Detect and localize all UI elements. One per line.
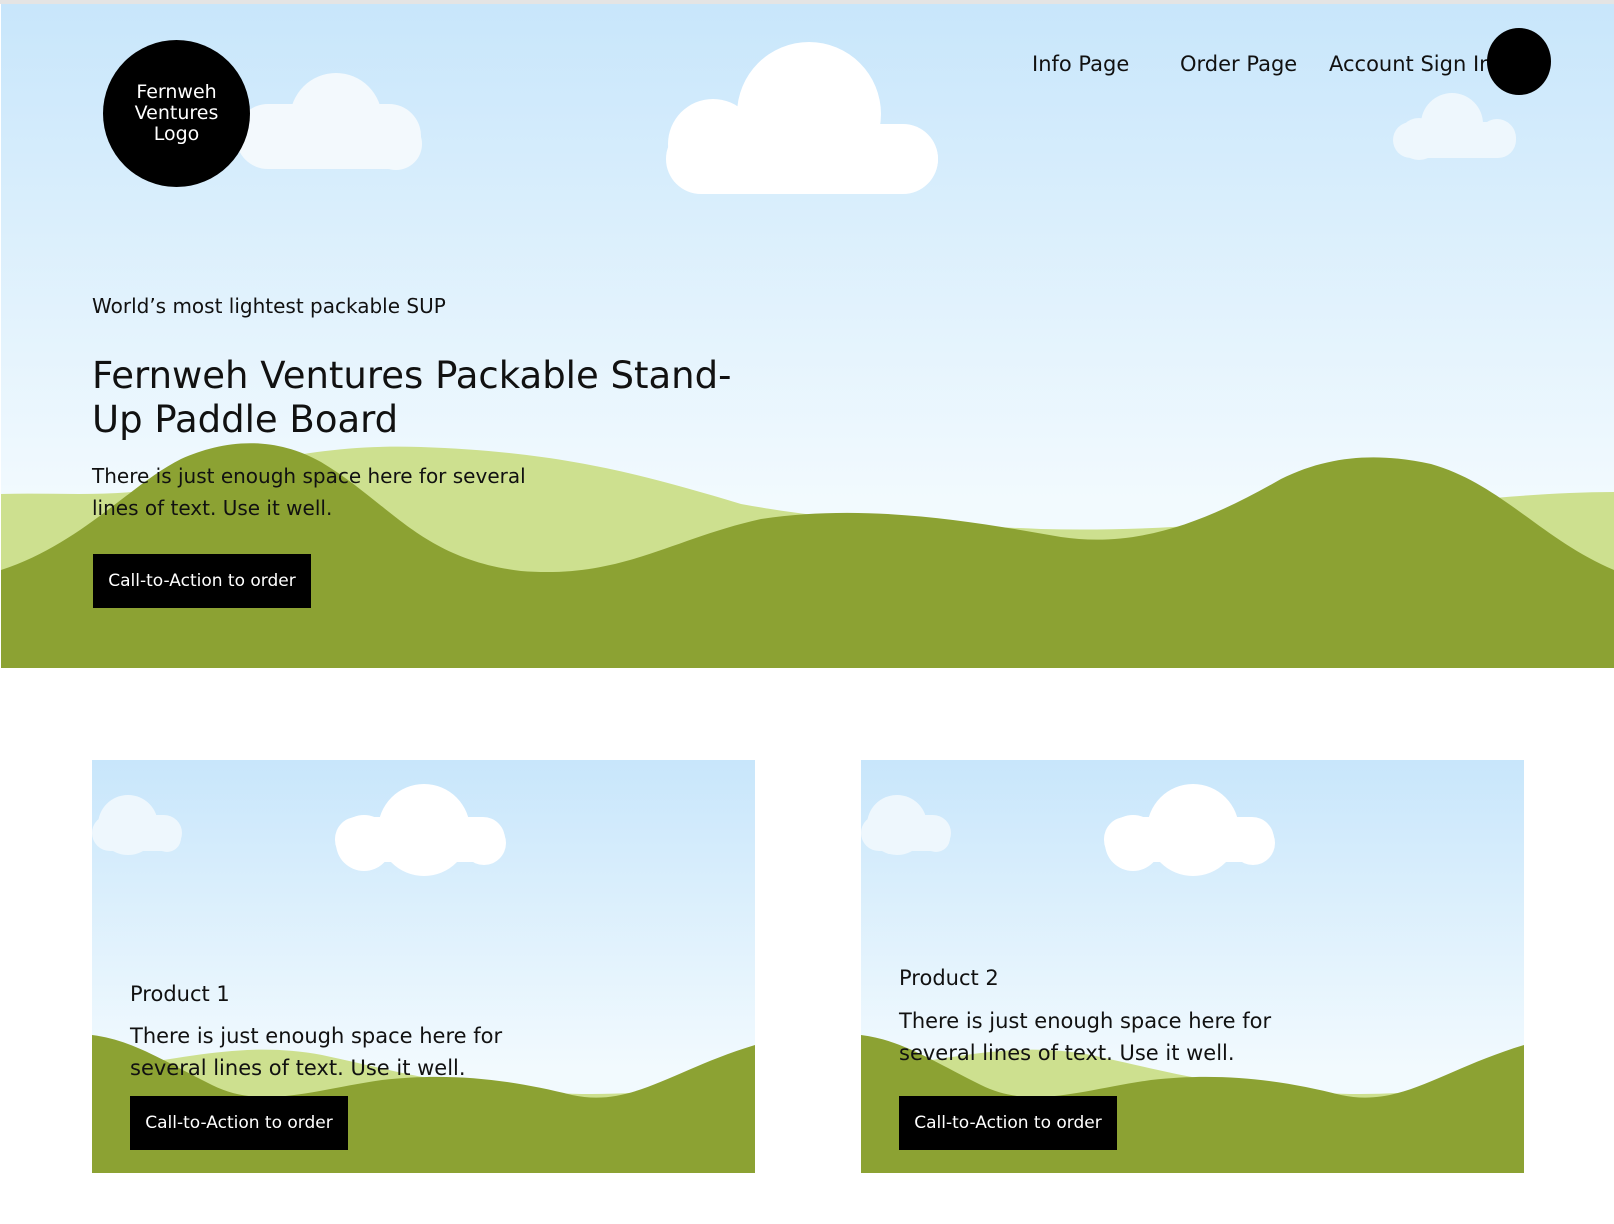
product-card: Product 1 There is just enough space her… bbox=[92, 760, 755, 1173]
hero-section: Fernweh Ventures Logo Info Page Order Pa… bbox=[1, 4, 1614, 668]
product-order-button[interactable]: Call-to-Action to order bbox=[130, 1096, 348, 1150]
nav-link-info-page[interactable]: Info Page bbox=[1032, 44, 1129, 84]
product-title: Product 2 bbox=[899, 966, 999, 990]
nav-link-account-sign-in[interactable]: Account Sign In bbox=[1329, 44, 1492, 84]
hero-description: There is just enough space here for seve… bbox=[92, 464, 526, 520]
product-card: Product 2 There is just enough space her… bbox=[861, 760, 1524, 1173]
brand-logo[interactable]: Fernweh Ventures Logo bbox=[103, 40, 250, 187]
nav-link-order-page[interactable]: Order Page bbox=[1180, 44, 1297, 84]
hero-title: Fernweh Ventures Packable Stand-Up Paddl… bbox=[92, 354, 732, 441]
product-title: Product 1 bbox=[130, 982, 230, 1006]
product-description: There is just enough space here for seve… bbox=[899, 1009, 1272, 1065]
logo-text: Fernweh Ventures Logo bbox=[134, 81, 219, 145]
product-description: There is just enough space here for seve… bbox=[130, 1024, 503, 1080]
hero-order-button[interactable]: Call-to-Action to order bbox=[93, 554, 311, 608]
product-order-button[interactable]: Call-to-Action to order bbox=[899, 1096, 1117, 1150]
hero-eyebrow: World’s most lightest packable SUP bbox=[92, 294, 446, 318]
account-avatar[interactable] bbox=[1487, 28, 1551, 95]
